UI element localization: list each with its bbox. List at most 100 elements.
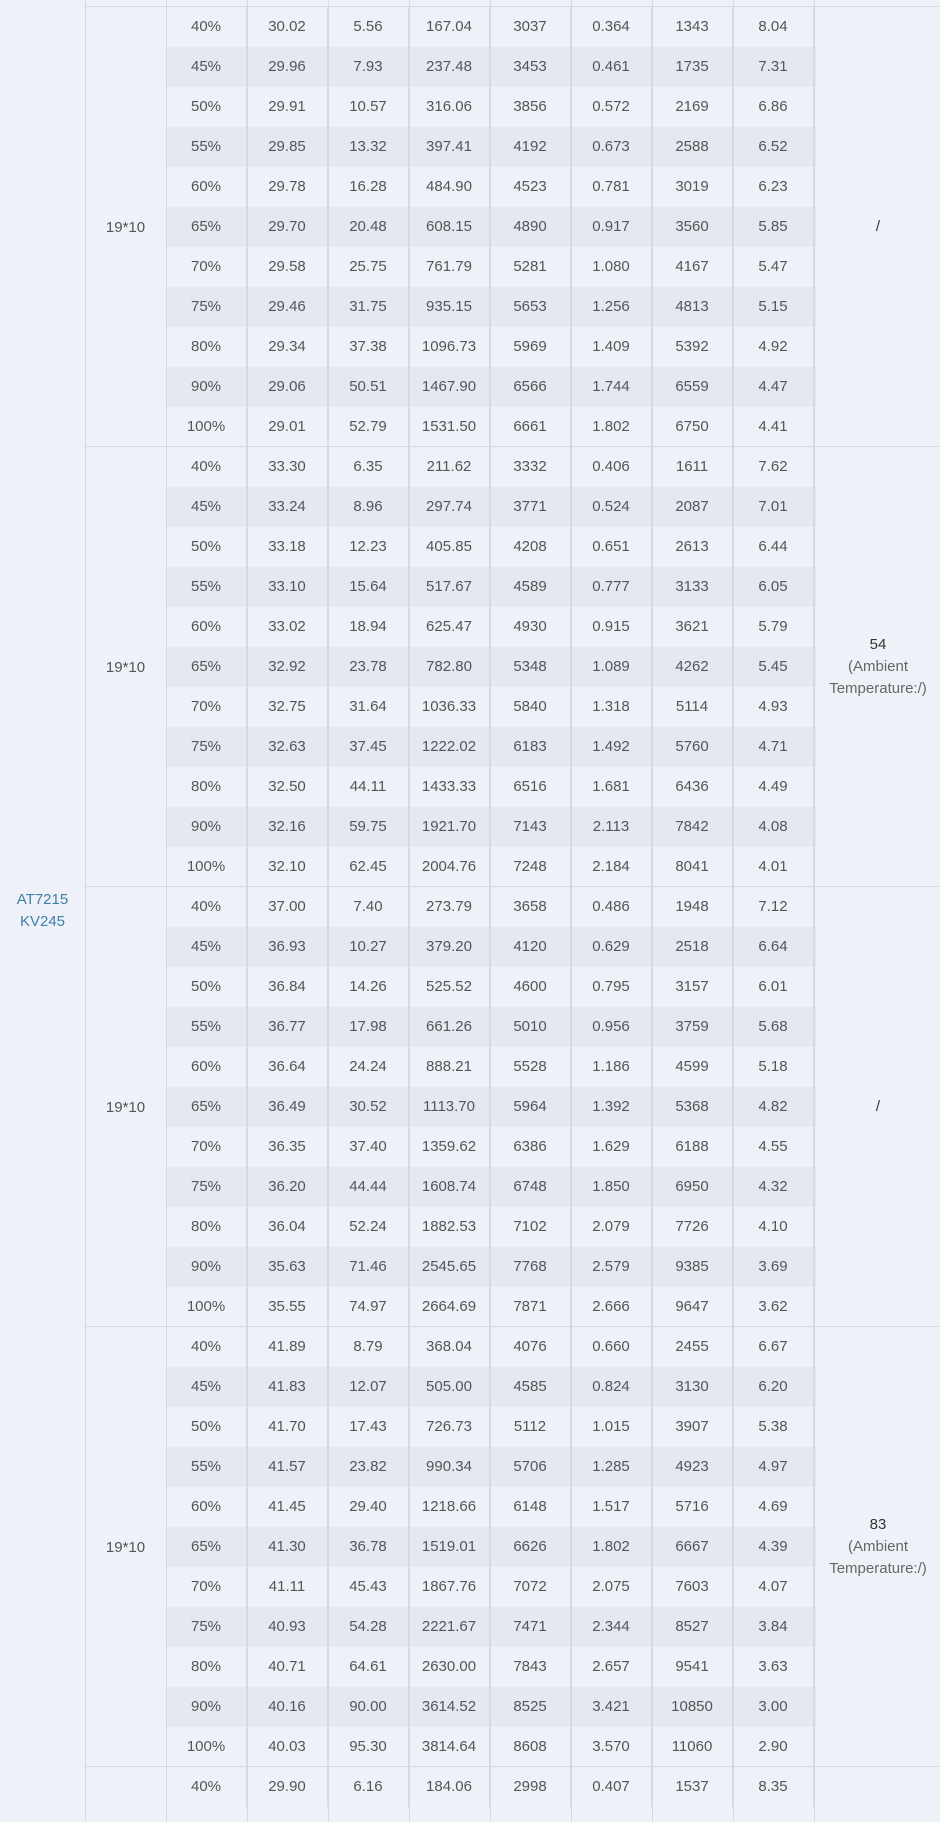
temperature-note-cell bbox=[816, 1767, 940, 1807]
table-cell: 0.406 bbox=[571, 447, 652, 487]
table-cell: 3133 bbox=[652, 567, 733, 607]
table-cell: 36.93 bbox=[247, 927, 328, 967]
table-cell: 1.802 bbox=[571, 407, 652, 447]
table-cell: 29.78 bbox=[247, 167, 328, 207]
table-cell: 3771 bbox=[490, 487, 571, 527]
table-cell: 40% bbox=[166, 447, 247, 487]
table-cell: 54.28 bbox=[328, 1607, 409, 1647]
table-cell: 3560 bbox=[652, 207, 733, 247]
table-cell: 36.35 bbox=[247, 1127, 328, 1167]
table-cell: 5969 bbox=[490, 327, 571, 367]
table-cell: 100% bbox=[166, 407, 247, 447]
table-cell: 4.41 bbox=[733, 407, 814, 447]
table-cell: 6.86 bbox=[733, 87, 814, 127]
table-cell: 37.40 bbox=[328, 1127, 409, 1167]
column-divider bbox=[166, 0, 167, 1822]
table-cell: 6748 bbox=[490, 1167, 571, 1207]
table-cell: 2664.69 bbox=[409, 1287, 490, 1327]
table-row: 80% 32.50 44.11 1433.33 6516 1.681 6436 4.49 bbox=[166, 767, 816, 807]
table-row: 55% 33.10 15.64 517.67 4589 0.777 3133 6.05 bbox=[166, 567, 816, 607]
table-cell: 1433.33 bbox=[409, 767, 490, 807]
table-row: 100% 40.03 95.30 3814.64 8608 3.570 11060 2.90 bbox=[166, 1727, 816, 1767]
table-cell: 60% bbox=[166, 607, 247, 647]
table-cell: 6183 bbox=[490, 727, 571, 767]
table-cell: 41.11 bbox=[247, 1567, 328, 1607]
variant-group: 19*10 40% 37.00 7.40 273.79 3658 0.486 1948 7.12… bbox=[85, 886, 940, 1327]
table-cell: 3907 bbox=[652, 1407, 733, 1447]
table-cell: 3.69 bbox=[733, 1247, 814, 1287]
table-row: 60% 36.64 24.24 888.21 5528 1.186 4599 5.18 bbox=[166, 1047, 816, 1087]
table-cell: 4813 bbox=[652, 287, 733, 327]
table-cell: 7.62 bbox=[733, 447, 814, 487]
table-cell: 2.579 bbox=[571, 1247, 652, 1287]
table-cell: 4.01 bbox=[733, 847, 814, 887]
table-cell: 1867.76 bbox=[409, 1567, 490, 1607]
column-divider bbox=[409, 0, 410, 1822]
table-cell: 1036.33 bbox=[409, 687, 490, 727]
table-cell: 55% bbox=[166, 567, 247, 607]
table-cell: 5.47 bbox=[733, 247, 814, 287]
temperature-value: 54 bbox=[869, 636, 887, 653]
table-cell: 1222.02 bbox=[409, 727, 490, 767]
table-cell: 1.492 bbox=[571, 727, 652, 767]
table-cell: 1735 bbox=[652, 47, 733, 87]
table-cell: 1.392 bbox=[571, 1087, 652, 1127]
table-cell: 31.64 bbox=[328, 687, 409, 727]
table-cell: 4599 bbox=[652, 1047, 733, 1087]
table-cell: 4890 bbox=[490, 207, 571, 247]
table-cell: 29.58 bbox=[247, 247, 328, 287]
table-cell: 1.015 bbox=[571, 1407, 652, 1447]
table-cell: 1.409 bbox=[571, 327, 652, 367]
table-row: 100% 32.10 62.45 2004.76 7248 2.184 8041 4.01 bbox=[166, 847, 816, 887]
table-cell: 2.344 bbox=[571, 1607, 652, 1647]
table-cell: 41.70 bbox=[247, 1407, 328, 1447]
variant-group: 19*10 40% 41.89 8.79 368.04 4076 0.660 2455 6.67… bbox=[85, 1326, 940, 1767]
table-cell: 8525 bbox=[490, 1687, 571, 1727]
table-cell: 80% bbox=[166, 327, 247, 367]
table-cell: 1.517 bbox=[571, 1487, 652, 1527]
table-cell: 5368 bbox=[652, 1087, 733, 1127]
table-cell: 80% bbox=[166, 1207, 247, 1247]
table-cell: 237.48 bbox=[409, 47, 490, 87]
table-cell: 70% bbox=[166, 1127, 247, 1167]
table-cell: 3.00 bbox=[733, 1687, 814, 1727]
table-cell: 2588 bbox=[652, 127, 733, 167]
table-cell: 4167 bbox=[652, 247, 733, 287]
table-cell: 100% bbox=[166, 847, 247, 887]
table-row: 45% 33.24 8.96 297.74 3771 0.524 2087 7.01 bbox=[166, 487, 816, 527]
table-cell: 11060 bbox=[652, 1727, 733, 1767]
table-cell: 1359.62 bbox=[409, 1127, 490, 1167]
table-cell: 1096.73 bbox=[409, 327, 490, 367]
table-cell: 6566 bbox=[490, 367, 571, 407]
table-cell: 8.79 bbox=[328, 1327, 409, 1367]
temperature-note-cell: / bbox=[816, 7, 940, 447]
table-cell: 13.32 bbox=[328, 127, 409, 167]
table-cell: 50% bbox=[166, 87, 247, 127]
table-cell: 3658 bbox=[490, 887, 571, 927]
table-cell: 0.524 bbox=[571, 487, 652, 527]
column-divider bbox=[571, 0, 572, 1822]
table-cell: 3621 bbox=[652, 607, 733, 647]
table-cell: 6188 bbox=[652, 1127, 733, 1167]
table-cell: 7.93 bbox=[328, 47, 409, 87]
table-cell: 10.57 bbox=[328, 87, 409, 127]
table-cell: 4.08 bbox=[733, 807, 814, 847]
table-cell: 1113.70 bbox=[409, 1087, 490, 1127]
table-cell: 5.68 bbox=[733, 1007, 814, 1047]
table-cell: 7603 bbox=[652, 1567, 733, 1607]
table-cell: 6148 bbox=[490, 1487, 571, 1527]
table-cell: 7842 bbox=[652, 807, 733, 847]
table-cell: 1.629 bbox=[571, 1127, 652, 1167]
table-cell: 18.94 bbox=[328, 607, 409, 647]
table-cell: 4.32 bbox=[733, 1167, 814, 1207]
table-cell: 6386 bbox=[490, 1127, 571, 1167]
table-cell: 4523 bbox=[490, 167, 571, 207]
table-cell: 2455 bbox=[652, 1327, 733, 1367]
table-cell: 7471 bbox=[490, 1607, 571, 1647]
table-cell: 29.70 bbox=[247, 207, 328, 247]
table-cell: 29.96 bbox=[247, 47, 328, 87]
table-cell: 5528 bbox=[490, 1047, 571, 1087]
table-cell: 316.06 bbox=[409, 87, 490, 127]
table-cell: 1.850 bbox=[571, 1167, 652, 1207]
table-cell: 2998 bbox=[490, 1767, 571, 1807]
